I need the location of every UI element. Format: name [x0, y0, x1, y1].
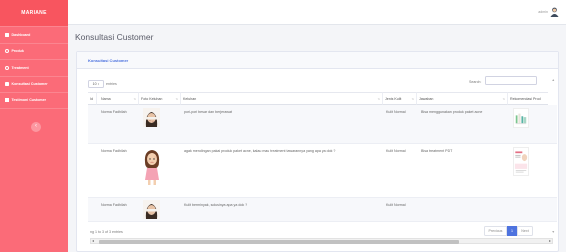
konsultasi-card: Konsultasi Customer 10 ↕ entries Search:… [76, 51, 559, 252]
scroll-down-arrow[interactable]: ▼ [552, 230, 555, 234]
column-header-id[interactable]: Id [88, 92, 97, 105]
sidebar-item-konsultasi[interactable]: Konsultasi Customer [0, 75, 68, 93]
cell-nama: Norma Fadhilah [101, 149, 127, 153]
column-header-foto[interactable]: Foto Keluhan ⇅ [139, 92, 181, 105]
sidebar-item-label: Konsultasi Customer [11, 82, 48, 87]
entries-length: 10 ↕ entries [88, 80, 117, 88]
sidebar-item-treatment[interactable]: Treatment [0, 59, 68, 76]
sort-icon: ⇅ [377, 97, 380, 101]
sidebar-item-label: Treatment [11, 65, 29, 70]
search-input[interactable] [485, 76, 537, 85]
cell-jenis-kulit: Kulit Normal [386, 203, 406, 207]
cell-nama: Norma Fadhilah [101, 110, 127, 114]
pagination-page-1[interactable]: 1 [507, 226, 517, 236]
sort-icon: ⇅ [502, 97, 505, 101]
column-header-rekomendasi[interactable]: Rekomendasi Prod [508, 92, 548, 105]
sidebar-item-produk[interactable]: Produk [0, 42, 68, 60]
brand-logo[interactable]: MARIANE [0, 0, 68, 26]
table-info: ng 1 to 3 of 3 entries [90, 230, 123, 234]
scroll-left-arrow[interactable]: ◂ [92, 238, 94, 243]
horizontal-scrollbar[interactable]: ◂ ▸ [90, 238, 553, 244]
sidebar-toggle-button[interactable]: ‹ [31, 122, 41, 132]
cell-jenis-kulit: Kulit Normal [386, 110, 406, 114]
entries-select[interactable]: 10 ↕ [88, 80, 104, 88]
sidebar-item-testimoni[interactable]: Testimoni Customer [0, 92, 68, 109]
cell-keluhan: Kulit berminyak, solusinya apa ya dok ? [184, 203, 248, 207]
cell-nama: Norma Fadhilah [101, 203, 127, 207]
cell-keluhan: agak mendingan pakai produk paket acne, … [184, 149, 336, 153]
column-header-jenis-kulit[interactable]: Jenis Kulit ⇅ [383, 92, 417, 105]
dashboard-icon [5, 32, 9, 37]
sidebar-item-label: Testimoni Customer [11, 98, 46, 103]
cell-jawaban: Bisa menggunakan produk paket acne [421, 110, 483, 114]
page-title: Konsultasi Customer [75, 32, 154, 42]
admin-name[interactable]: admin [538, 10, 548, 14]
sort-icon: ⇅ [411, 97, 414, 101]
table-row: Norma Fadhilah agak mendingan pakai prod… [88, 144, 557, 198]
sidebar-item-label: Dashboard [11, 32, 31, 37]
search-label: Search: [469, 80, 482, 84]
product-recommendation-image [513, 108, 529, 128]
sidebar: MARIANE Dashboard Produk Treatment Konsu… [0, 0, 68, 252]
card-header: Konsultasi Customer [77, 52, 558, 69]
pagination-next[interactable]: Next [517, 226, 533, 236]
scrollbar-thumb[interactable] [99, 239, 459, 244]
chat-icon [5, 82, 9, 87]
table-row: Norma Fadhilah pori-pori besar dan berje… [88, 105, 557, 144]
product-recommendation-image [513, 147, 529, 176]
cell-keluhan: pori-pori besar dan berjerawat [184, 110, 232, 114]
spa-icon [5, 65, 9, 70]
sidebar-item-dashboard[interactable]: Dashboard [0, 26, 68, 43]
table-row: Norma Fadhilah Kulit berminyak, solusiny… [88, 198, 557, 222]
cell-jenis-kulit: Kulit Normal [386, 149, 406, 153]
pagination-previous[interactable]: Previous [484, 226, 507, 236]
box-icon [5, 49, 9, 54]
column-header-nama[interactable]: Nama ⇅ [97, 92, 139, 105]
complaint-photo [141, 148, 163, 186]
sort-icon: ⇅ [133, 97, 136, 101]
complaint-photo [143, 200, 160, 219]
avatar-icon[interactable] [550, 7, 559, 17]
column-header-jawaban[interactable]: Jawaban ⇅ [417, 92, 508, 105]
scroll-right-arrow[interactable]: ▸ [549, 238, 551, 243]
scroll-up-arrow[interactable]: ▲ [552, 78, 555, 82]
entries-label: entries [106, 82, 117, 86]
sidebar-item-label: Produk [11, 49, 24, 54]
topbar: admin [68, 0, 566, 25]
column-header-keluhan[interactable]: Keluhan ⇅ [181, 92, 383, 105]
cell-jawaban: Bisa treatment PDT [421, 149, 453, 153]
complaint-photo [143, 108, 160, 127]
sort-icon: ⇅ [175, 97, 178, 101]
comment-icon [5, 98, 9, 103]
